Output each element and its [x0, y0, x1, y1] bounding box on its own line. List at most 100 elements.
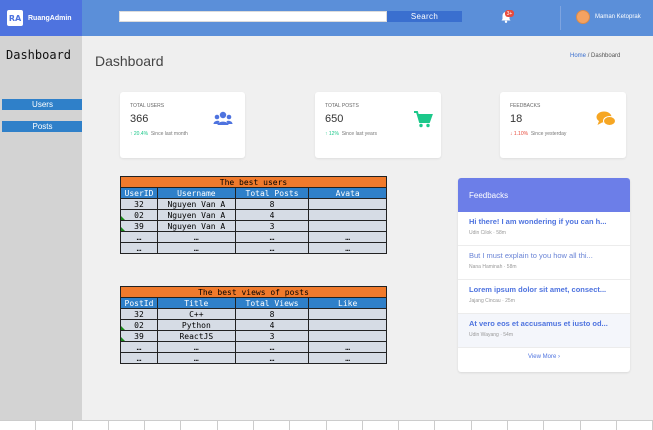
card-value: 650: [325, 113, 344, 125]
feedback-item[interactable]: Lorem ipsum dolor sit amet, consect... J…: [458, 280, 630, 314]
table-cell: 32: [120, 308, 158, 320]
column-header: Avata: [308, 187, 387, 199]
search-input[interactable]: [119, 11, 387, 22]
table-cell: …: [234, 231, 310, 243]
arrow-up-icon: ↑: [130, 131, 133, 137]
feedback-item[interactable]: But I must explain to you how all thi...…: [458, 246, 630, 280]
table-cell: 39: [120, 330, 158, 342]
best-posts-table: The best views of posts PostId Title Tot…: [120, 286, 387, 364]
column-header: Title: [156, 297, 236, 309]
table-cell: …: [120, 352, 158, 364]
best-users-table: The best users UserID Username Total Pos…: [120, 176, 387, 254]
user-avatar[interactable]: [576, 10, 590, 24]
user-name[interactable]: Maman Ketoprak: [595, 14, 641, 20]
card-delta-note: Since yesterday: [530, 131, 567, 137]
table-cell: Nguyen Van A: [156, 220, 236, 232]
feedbacks-title: Feedbacks: [458, 178, 630, 212]
brand-name: RuangAdmin: [28, 14, 72, 22]
view-more-label: View More: [528, 354, 557, 360]
users-icon: [213, 111, 233, 125]
feedback-meta: Jajang Cincau · 25m: [469, 298, 515, 304]
sidebar-item-posts[interactable]: Posts: [2, 121, 83, 132]
breadcrumb-home[interactable]: Home: [570, 53, 586, 59]
feedback-item[interactable]: At vero eos et accusamus et iusto od... …: [458, 314, 630, 348]
feedbacks-panel: Feedbacks Hi there! I am wondering if yo…: [458, 178, 630, 372]
brand[interactable]: RA RuangAdmin: [0, 0, 82, 36]
feedback-text: Lorem ipsum dolor sit amet, consect...: [469, 285, 607, 294]
table-cell: …: [156, 231, 236, 243]
table-cell: 32: [120, 198, 158, 210]
table-cell: Nguyen Van A: [156, 198, 236, 210]
column-header: Total Posts: [234, 187, 310, 199]
table-cell: 8: [234, 198, 310, 210]
card-label: FEEDBACKS: [510, 103, 541, 109]
view-more-link[interactable]: View More ›: [458, 354, 630, 360]
card-feedbacks: FEEDBACKS 18 ↓ 1.10% Since yesterday: [500, 92, 626, 158]
column-header: UserID: [120, 187, 158, 199]
table-cell: [308, 308, 387, 320]
table-cell: …: [308, 341, 387, 353]
table-row: 39 Nguyen Van A 3: [120, 220, 387, 232]
feedback-meta: Nana Haminah · 58m: [469, 264, 517, 270]
table-cell: [308, 220, 387, 232]
card-value: 366: [130, 113, 149, 125]
column-header: Total Views: [234, 297, 310, 309]
cart-icon: [414, 111, 433, 128]
feedback-item[interactable]: Hi there! I am wondering if you can h...…: [458, 212, 630, 246]
table-row: … … … …: [120, 242, 387, 254]
card-value: 18: [510, 113, 523, 125]
card-label: TOTAL POSTS: [325, 103, 359, 109]
sidebar-item-users[interactable]: Users: [2, 99, 83, 110]
sidebar-title[interactable]: Dashboard: [6, 48, 71, 62]
feedback-meta: Udin Cilok · 58m: [469, 230, 506, 236]
card-label: TOTAL USERS: [130, 103, 165, 109]
table-cell: …: [308, 242, 387, 254]
topbar-divider: [560, 6, 561, 30]
table-cell: 02: [120, 209, 158, 221]
table-caption: The best users: [120, 176, 387, 188]
card-total-users: TOTAL USERS 366 ↑ 20.4% Since last month: [120, 92, 245, 158]
sidebar: Dashboard Users Posts: [0, 36, 83, 430]
breadcrumb: Home / Dashboard: [570, 53, 620, 59]
feedback-text: At vero eos et accusamus et iusto od...: [469, 319, 608, 328]
feedback-meta: Udin Wayang · 54m: [469, 332, 513, 338]
table-row: 32 C++ 8: [120, 308, 387, 320]
column-header: PostId: [120, 297, 158, 309]
bottom-strip: [0, 420, 653, 430]
table-row: … … … …: [120, 341, 387, 353]
brand-logo: RA: [7, 10, 23, 26]
column-header: Like: [308, 297, 387, 309]
table-cell: C++: [156, 308, 236, 320]
table-cell: …: [234, 242, 310, 254]
table-cell: [308, 330, 387, 342]
table-cell: Nguyen Van A: [156, 209, 236, 221]
feedback-text: Hi there! I am wondering if you can h...: [469, 217, 607, 226]
table-row: 39 ReactJS 3: [120, 330, 387, 342]
card-delta-note: Since last month: [150, 131, 188, 137]
chevron-right-icon: ›: [557, 354, 560, 360]
table-cell: …: [120, 231, 158, 243]
page-header: [82, 36, 653, 80]
table-row: 02 Nguyen Van A 4: [120, 209, 387, 221]
table-cell: 4: [234, 319, 310, 331]
table-cell: 02: [120, 319, 158, 331]
table-cell: …: [156, 242, 236, 254]
table-cell: 39: [120, 220, 158, 232]
table-cell: …: [234, 352, 310, 364]
table-cell: …: [308, 352, 387, 364]
breadcrumb-separator: /: [587, 53, 590, 59]
table-cell: 3: [234, 330, 310, 342]
table-caption: The best views of posts: [120, 286, 387, 298]
table-cell: 3: [234, 220, 310, 232]
table-cell: …: [120, 242, 158, 254]
card-delta: ↑ 12% Since last years: [325, 131, 377, 137]
comments-icon: [596, 111, 616, 126]
table-cell: ReactJS: [156, 330, 236, 342]
page-title: Dashboard: [95, 53, 164, 69]
table-row: 32 Nguyen Van A 8: [120, 198, 387, 210]
card-delta-value: 12%: [328, 131, 339, 137]
feedback-text: But I must explain to you how all thi...: [469, 251, 593, 260]
search-button[interactable]: Search: [387, 11, 462, 22]
table-row: 02 Python 4: [120, 319, 387, 331]
table-cell: …: [234, 341, 310, 353]
